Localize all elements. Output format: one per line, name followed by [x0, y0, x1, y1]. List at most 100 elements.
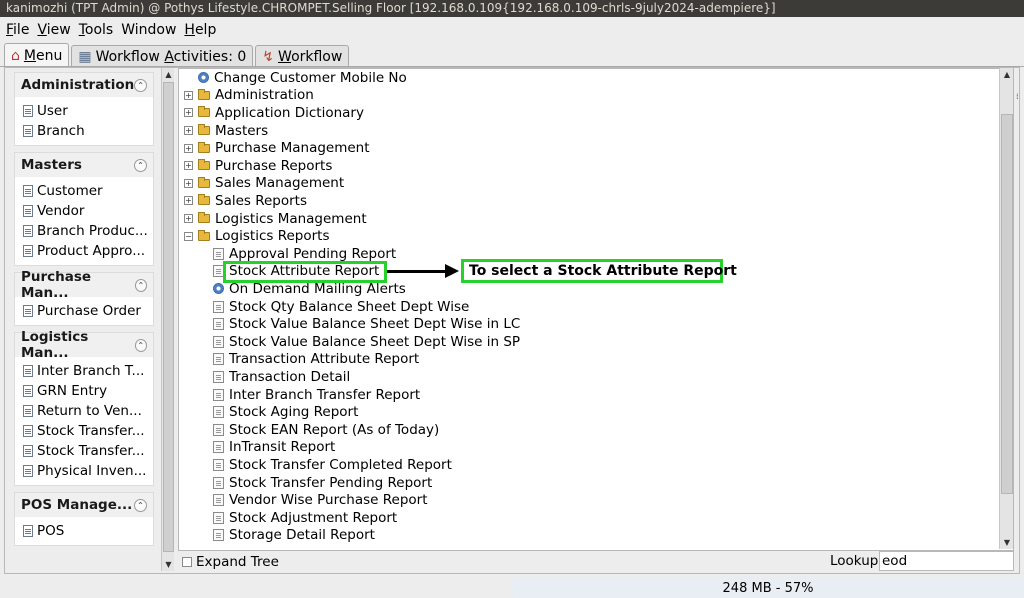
sidebar-item[interactable]: GRN Entry	[23, 381, 153, 401]
scrollbar-thumb[interactable]	[1001, 114, 1013, 494]
memory-indicator[interactable]: 248 MB - 57%	[512, 578, 1024, 598]
sidebar-item[interactable]: Return to Ven...	[23, 401, 153, 421]
collapse-icon[interactable]: ⌃	[134, 498, 147, 512]
tab-menu[interactable]: ⌂ Menu	[4, 43, 70, 67]
sidebar-item[interactable]: User	[23, 101, 153, 121]
sidebar-scrollbar[interactable]: ▲ ▼	[161, 68, 174, 571]
sidebar-item-label: Vendor	[37, 203, 85, 219]
tree-node[interactable]: Stock Value Balance Sheet Dept Wise in S…	[213, 333, 520, 351]
scroll-up-icon[interactable]: ▲	[1000, 68, 1014, 81]
tree-node[interactable]: Stock Value Balance Sheet Dept Wise in L…	[213, 315, 520, 333]
tree-node[interactable]: Approval Pending Report	[213, 245, 396, 263]
expand-icon[interactable]: +	[184, 178, 193, 188]
sidebar-item[interactable]: Customer	[23, 181, 153, 201]
menu-file[interactable]: File	[4, 22, 35, 38]
tree-node[interactable]: + Administration	[184, 87, 314, 105]
expand-icon[interactable]: +	[184, 126, 193, 136]
tree-node[interactable]: + Purchase Management	[184, 139, 370, 157]
expand-icon[interactable]: +	[184, 143, 193, 153]
expand-icon[interactable]: +	[184, 161, 193, 171]
sidebar-item[interactable]: Inter Branch T...	[23, 361, 153, 381]
collapse-icon[interactable]: ⌃	[134, 158, 147, 172]
expand-tree-checkbox[interactable]	[182, 556, 192, 567]
sidebar-item[interactable]: Stock Transfer...	[23, 441, 153, 461]
collapse-icon[interactable]: ⌃	[134, 338, 147, 352]
menu-tools[interactable]: Tools	[77, 22, 120, 38]
sidebar-item[interactable]: POS	[23, 521, 153, 541]
lookup-label: Lookup	[830, 553, 879, 569]
sidebar-item[interactable]: Physical Inven...	[23, 461, 153, 481]
tree-node[interactable]: + Masters	[184, 122, 268, 140]
sidebar-group: Administration ⌃ User Branch	[14, 72, 154, 146]
scroll-up-icon[interactable]: ▲	[162, 68, 175, 81]
tree-node[interactable]: Stock Adjustment Report	[213, 509, 397, 527]
menu-view[interactable]: View	[35, 22, 76, 38]
tree-node[interactable]: + Sales Reports	[184, 192, 307, 210]
tree-node[interactable]: Stock Transfer Completed Report	[213, 456, 452, 474]
sidebar-group-header[interactable]: Logistics Man... ⌃	[15, 329, 153, 361]
tree-node[interactable]: + Sales Management	[184, 175, 344, 193]
sidebar-item-label: POS	[37, 523, 65, 539]
tree-node-label: Application Dictionary	[215, 104, 364, 121]
tree-node-label: Stock Value Balance Sheet Dept Wise in S…	[229, 333, 521, 350]
sidebar-item-label: Stock Transfer...	[37, 443, 145, 459]
expand-icon[interactable]: +	[184, 196, 193, 206]
tree-node[interactable]: Inter Branch Transfer Report	[213, 386, 420, 404]
sidebar-item[interactable]: Branch	[23, 121, 153, 141]
tree-node-label: Purchase Reports	[215, 157, 333, 174]
tree-node[interactable]: Storage Detail Report	[213, 527, 375, 545]
tree-node[interactable]: + Application Dictionary	[184, 104, 364, 122]
collapse-icon[interactable]: ⌃	[134, 278, 147, 292]
tree-node-label: Transaction Detail	[229, 368, 351, 385]
expand-icon[interactable]: +	[184, 214, 193, 224]
sidebar-group-title: Administration	[21, 77, 135, 93]
lookup-input[interactable]	[879, 551, 1014, 571]
home-icon: ⌂	[11, 47, 20, 64]
scrollbar-thumb[interactable]	[163, 82, 174, 552]
tab-workflow-activities[interactable]: ▦ Workflow Activities: 0	[71, 45, 254, 67]
tree-node[interactable]: Stock Transfer Pending Report	[213, 474, 432, 492]
sidebar-item-label: Product Appro...	[37, 243, 146, 259]
tree-node[interactable]: Transaction Detail	[213, 368, 350, 386]
report-icon	[213, 406, 224, 419]
collapse-icon[interactable]: −	[184, 231, 193, 241]
tree-node[interactable]: Stock Qty Balance Sheet Dept Wise	[213, 298, 469, 316]
sidebar-group-header[interactable]: Purchase Man... ⌃	[15, 269, 153, 301]
sidebar-item[interactable]: Stock Transfer...	[23, 421, 153, 441]
report-icon	[213, 318, 224, 331]
window-icon	[23, 445, 33, 457]
expand-icon[interactable]: +	[184, 108, 193, 118]
report-icon	[213, 247, 224, 260]
tree-node[interactable]: Stock EAN Report (As of Today)	[213, 421, 439, 439]
menu-help[interactable]: Help	[182, 22, 222, 38]
tab-workflow[interactable]: ↯ Workflow	[255, 45, 350, 67]
window-icon	[23, 405, 33, 417]
tree-node[interactable]: Transaction Attribute Report	[213, 351, 419, 369]
tree-node[interactable]: InTransit Report	[213, 439, 335, 457]
sidebar-item[interactable]: Product Appro...	[23, 241, 153, 261]
collapse-icon[interactable]: ⌃	[134, 78, 147, 92]
sidebar-item-label: Return to Ven...	[37, 403, 142, 419]
report-icon	[213, 353, 224, 366]
tree-node[interactable]: + Logistics Management	[184, 210, 367, 228]
sidebar-group-title: POS Manage...	[21, 497, 133, 513]
sidebar-group-header[interactable]: POS Manage... ⌃	[15, 493, 153, 517]
tree-node[interactable]: + Purchase Reports	[184, 157, 332, 175]
tree-node[interactable]: − Logistics Reports	[184, 227, 329, 245]
tree-scrollbar[interactable]: ▲ ▼	[999, 68, 1013, 549]
sidebar-item[interactable]: Purchase Order	[23, 301, 153, 321]
expand-tree-label[interactable]: Expand Tree	[196, 554, 279, 570]
sidebar-group: Masters ⌃ Customer Vendor Branch Produc... Pr…	[14, 152, 154, 266]
sidebar-item[interactable]: Vendor	[23, 201, 153, 221]
scroll-down-icon[interactable]: ▼	[162, 558, 175, 571]
tree-node[interactable]: Change Customer Mobile No	[198, 69, 407, 87]
window-icon	[23, 425, 33, 437]
sidebar-item[interactable]: Branch Produc...	[23, 221, 153, 241]
menu-window[interactable]: Window	[119, 22, 182, 38]
tree-node[interactable]: Vendor Wise Purchase Report	[213, 491, 428, 509]
tree-node[interactable]: Stock Aging Report	[213, 403, 358, 421]
scroll-down-icon[interactable]: ▼	[1000, 536, 1014, 549]
sidebar-group-header[interactable]: Administration ⌃	[15, 73, 153, 97]
expand-icon[interactable]: +	[184, 90, 193, 100]
sidebar-group-header[interactable]: Masters ⌃	[15, 153, 153, 177]
